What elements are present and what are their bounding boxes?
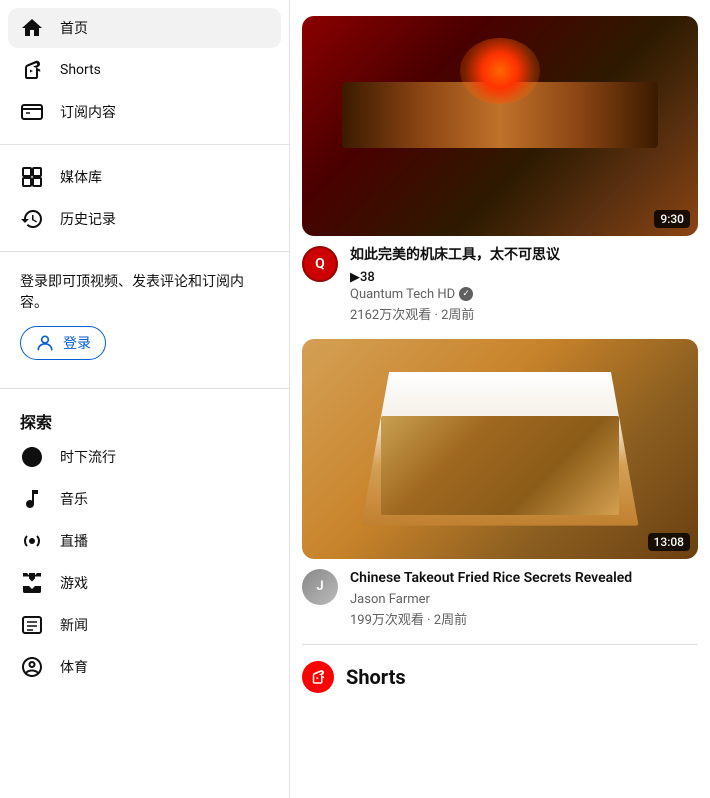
video-details-2: Chinese Takeout Fried Rice Secrets Revea… <box>350 569 698 629</box>
sports-icon <box>20 655 44 679</box>
video-meta-2: 199万次观看 · 2周前 <box>350 609 698 628</box>
video-info-2: J Chinese Takeout Fried Rice Secrets Rev… <box>302 569 698 629</box>
video-meta-1: 2162万次观看 · 2周前 <box>350 304 698 323</box>
sidebar-item-subscriptions[interactable]: 订阅内容 <box>8 92 281 132</box>
sidebar-gaming-label: 游戏 <box>60 573 88 593</box>
sidebar-news-label: 新闻 <box>60 615 88 635</box>
library-icon <box>20 165 44 189</box>
gaming-icon <box>20 571 44 595</box>
sidebar-item-shorts[interactable]: Shorts <box>8 50 281 90</box>
news-icon <box>20 613 44 637</box>
video-thumbnail-1: 9:30 <box>302 16 698 236</box>
channel-avatar-2: J <box>302 569 338 605</box>
verified-icon-1: ✓ <box>459 287 473 301</box>
time-ago-1: 2周前 <box>441 308 474 323</box>
sidebar-home-label: 首页 <box>60 18 88 38</box>
sidebar-item-library[interactable]: 媒体库 <box>8 157 281 197</box>
play-count-1: ▶38 <box>350 270 698 285</box>
main-content: 9:30 Q 如此完美的机床工具，太不可思议 ▶38 Quantum Tech … <box>290 0 710 798</box>
sidebar-item-music[interactable]: 音乐 <box>8 479 281 519</box>
time-ago-2: 2周前 <box>434 613 467 628</box>
sidebar-shorts-label: Shorts <box>60 62 101 78</box>
sidebar-history-label: 历史记录 <box>60 209 116 229</box>
shorts-section-icon <box>302 661 334 693</box>
explore-title: 探索 <box>0 401 289 437</box>
music-icon <box>20 487 44 511</box>
sidebar-live-label: 直播 <box>60 531 88 551</box>
channel-avatar-1: Q <box>302 246 338 282</box>
duration-badge-1: 9:30 <box>654 210 690 228</box>
sidebar-library-label: 媒体库 <box>60 167 102 187</box>
home-icon <box>20 16 44 40</box>
channel-name-row-1: Quantum Tech HD ✓ <box>350 287 698 302</box>
sidebar-sports-label: 体育 <box>60 657 88 677</box>
views-1: 2162万次观看 <box>350 308 431 323</box>
video-details-1: 如此完美的机床工具，太不可思议 ▶38 Quantum Tech HD ✓ 21… <box>350 246 698 323</box>
history-icon <box>20 207 44 231</box>
channel-name-row-2: Jason Farmer <box>350 592 698 607</box>
shorts-section-title: Shorts <box>346 665 406 689</box>
sidebar-subscriptions-label: 订阅内容 <box>60 102 116 122</box>
sidebar-music-label: 音乐 <box>60 489 88 509</box>
sidebar-item-trending[interactable]: 时下流行 <box>8 437 281 477</box>
video-title-1: 如此完美的机床工具，太不可思议 <box>350 246 698 266</box>
sidebar-item-news[interactable]: 新闻 <box>8 605 281 645</box>
trending-icon <box>20 445 44 469</box>
subscriptions-icon <box>20 100 44 124</box>
channel-name-2: Jason Farmer <box>350 592 430 607</box>
signin-section: 登录即可顶视频、发表评论和订阅内容。 登录 <box>0 264 289 376</box>
video-card-2[interactable]: 13:08 J Chinese Takeout Fried Rice Secre… <box>290 331 710 637</box>
signin-prompt-text: 登录即可顶视频、发表评论和订阅内容。 <box>20 272 269 314</box>
signin-label: 登录 <box>63 333 91 353</box>
video-card-1[interactable]: 9:30 Q 如此完美的机床工具，太不可思议 ▶38 Quantum Tech … <box>290 8 710 331</box>
sidebar-item-sports[interactable]: 体育 <box>8 647 281 687</box>
play-label-1: ▶38 <box>350 270 375 285</box>
channel-name-1: Quantum Tech HD <box>350 287 455 302</box>
sidebar-item-home[interactable]: 首页 <box>8 8 281 48</box>
live-icon <box>20 529 44 553</box>
section-divider <box>302 644 698 645</box>
divider-3 <box>0 388 289 389</box>
divider-1 <box>0 144 289 145</box>
video-thumbnail-2: 13:08 <box>302 339 698 559</box>
shorts-section-header: Shorts <box>290 653 710 701</box>
sidebar: 首页 Shorts 订阅内容 <box>0 0 290 798</box>
shorts-nav-icon <box>20 58 44 82</box>
divider-2 <box>0 251 289 252</box>
sidebar-item-live[interactable]: 直播 <box>8 521 281 561</box>
signin-button[interactable]: 登录 <box>20 326 106 360</box>
duration-badge-2: 13:08 <box>648 533 690 551</box>
video-info-1: Q 如此完美的机床工具，太不可思议 ▶38 Quantum Tech HD ✓ … <box>302 246 698 323</box>
sidebar-item-history[interactable]: 历史记录 <box>8 199 281 239</box>
sidebar-item-gaming[interactable]: 游戏 <box>8 563 281 603</box>
person-icon <box>35 333 55 353</box>
video-title-2: Chinese Takeout Fried Rice Secrets Revea… <box>350 569 698 589</box>
views-2: 199万次观看 <box>350 613 424 628</box>
sidebar-trending-label: 时下流行 <box>60 447 116 467</box>
